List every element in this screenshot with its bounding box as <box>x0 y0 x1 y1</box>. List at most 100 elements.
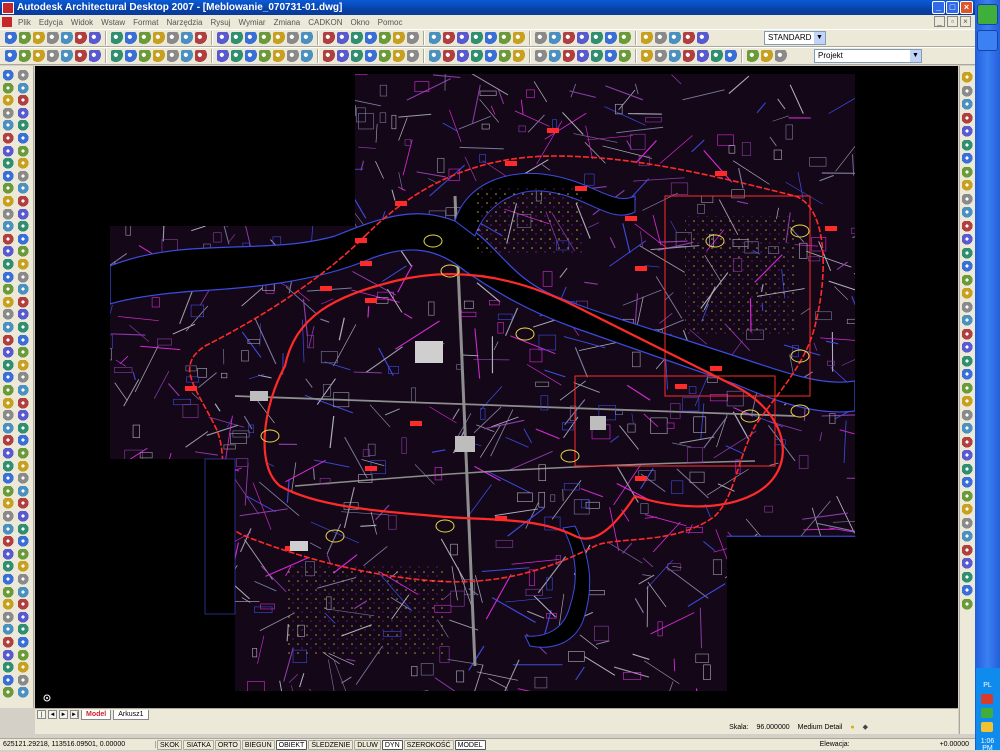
toolbar-tool-icon[interactable] <box>443 50 455 62</box>
layer-combo[interactable]: Projekt ▼ <box>814 49 922 63</box>
view-tool-icon[interactable] <box>962 342 973 353</box>
draw-tool-icon[interactable] <box>18 209 29 220</box>
draw-tool-icon[interactable] <box>18 398 29 409</box>
view-tool-icon[interactable] <box>962 72 973 83</box>
doc-restore-button[interactable]: ▫ <box>947 16 958 27</box>
draw-tool-icon[interactable] <box>3 83 14 94</box>
prev-tab-icon[interactable]: ◄ <box>48 710 57 719</box>
toolbar-tool-icon[interactable] <box>217 32 229 44</box>
toolbar-tool-icon[interactable] <box>33 50 45 62</box>
toolbar-tool-icon[interactable] <box>19 50 31 62</box>
toolbar-tool-icon[interactable] <box>89 32 101 44</box>
draw-tool-icon[interactable] <box>3 435 14 446</box>
draw-tool-icon[interactable] <box>18 221 29 232</box>
menu-rysuj[interactable]: Rysuj <box>207 18 235 27</box>
draw-tool-icon[interactable] <box>3 587 14 598</box>
draw-tool-icon[interactable] <box>3 448 14 459</box>
autocad-app-icon[interactable] <box>2 2 14 14</box>
draw-tool-icon[interactable] <box>18 284 29 295</box>
view-tool-icon[interactable] <box>962 302 973 313</box>
view-tool-icon[interactable] <box>962 261 973 272</box>
draw-tool-icon[interactable] <box>3 95 14 106</box>
toolbar-tool-icon[interactable] <box>513 32 525 44</box>
draw-tool-icon[interactable] <box>18 448 29 459</box>
polar-toggle[interactable]: BIEGUN <box>242 740 275 750</box>
menu-widok[interactable]: Widok <box>67 18 97 27</box>
toolbar-tool-icon[interactable] <box>485 32 497 44</box>
toolbar-tool-icon[interactable] <box>139 32 151 44</box>
draw-tool-icon[interactable] <box>3 284 14 295</box>
view-tool-icon[interactable] <box>962 558 973 569</box>
toolbar-tool-icon[interactable] <box>669 32 681 44</box>
chevron-down-icon[interactable]: ▼ <box>910 50 921 62</box>
draw-tool-icon[interactable] <box>3 234 14 245</box>
draw-tool-icon[interactable] <box>3 423 14 434</box>
draw-tool-icon[interactable] <box>18 675 29 686</box>
view-tool-icon[interactable] <box>962 491 973 502</box>
draw-tool-icon[interactable] <box>3 574 14 585</box>
draw-tool-icon[interactable] <box>3 196 14 207</box>
draw-tool-icon[interactable] <box>18 246 29 257</box>
draw-tool-icon[interactable] <box>3 662 14 673</box>
view-tool-icon[interactable] <box>962 518 973 529</box>
draw-tool-icon[interactable] <box>18 574 29 585</box>
draw-tool-icon[interactable] <box>3 549 14 560</box>
draw-tool-icon[interactable] <box>3 536 14 547</box>
draw-tool-icon[interactable] <box>18 612 29 623</box>
draw-tool-icon[interactable] <box>3 322 14 333</box>
view-tool-icon[interactable] <box>962 383 973 394</box>
draw-tool-icon[interactable] <box>18 133 29 144</box>
toolbar-tool-icon[interactable] <box>273 32 285 44</box>
toolbar-tool-icon[interactable] <box>725 50 737 62</box>
last-tab-icon[interactable]: ►| <box>70 710 79 719</box>
toolbar-tool-icon[interactable] <box>111 50 123 62</box>
draw-tool-icon[interactable] <box>18 120 29 131</box>
draw-tool-icon[interactable] <box>18 599 29 610</box>
toolbar-tool-icon[interactable] <box>351 32 363 44</box>
toolbar-tool-icon[interactable] <box>549 50 561 62</box>
toolbar-tool-icon[interactable] <box>125 32 137 44</box>
view-tool-icon[interactable] <box>962 126 973 137</box>
coordinates-readout[interactable]: 625121.29218, 113516.09501, 0.00000 <box>0 741 156 748</box>
toolbar-tool-icon[interactable] <box>485 50 497 62</box>
chevron-down-icon[interactable]: ▼ <box>814 32 825 44</box>
draw-tool-icon[interactable] <box>18 662 29 673</box>
toolbar-tool-icon[interactable] <box>443 32 455 44</box>
draw-tool-icon[interactable] <box>18 473 29 484</box>
toolbar-tool-icon[interactable] <box>577 32 589 44</box>
draw-tool-icon[interactable] <box>18 234 29 245</box>
draw-tool-icon[interactable] <box>3 687 14 698</box>
draw-tool-icon[interactable] <box>18 637 29 648</box>
toolbar-tool-icon[interactable] <box>563 32 575 44</box>
draw-tool-icon[interactable] <box>18 259 29 270</box>
tray-app-icon[interactable] <box>981 694 993 704</box>
draw-tool-icon[interactable] <box>3 108 14 119</box>
maximize-button[interactable]: □ <box>946 1 959 14</box>
view-tool-icon[interactable] <box>962 275 973 286</box>
language-indicator[interactable]: PL <box>975 682 1000 689</box>
draw-tool-icon[interactable] <box>3 70 14 81</box>
view-tool-icon[interactable] <box>962 450 973 461</box>
view-tool-icon[interactable] <box>962 599 973 610</box>
doc-minimize-button[interactable]: _ <box>934 16 945 27</box>
toolbar-tool-icon[interactable] <box>167 50 179 62</box>
menu-pomoc[interactable]: Pomoc <box>374 18 407 27</box>
toolbar-tool-icon[interactable] <box>619 50 631 62</box>
draw-tool-icon[interactable] <box>18 524 29 535</box>
view-tool-icon[interactable] <box>962 545 973 556</box>
toolbar-tool-icon[interactable] <box>301 32 313 44</box>
draw-tool-icon[interactable] <box>18 297 29 308</box>
toolbar-tool-icon[interactable] <box>393 50 405 62</box>
view-tool-icon[interactable] <box>962 369 973 380</box>
doc-close-button[interactable]: × <box>960 16 971 27</box>
draw-tool-icon[interactable] <box>3 309 14 320</box>
view-tool-icon[interactable] <box>962 99 973 110</box>
toolbar-tool-icon[interactable] <box>641 50 653 62</box>
draw-tool-icon[interactable] <box>3 473 14 484</box>
toolbar-tool-icon[interactable] <box>5 32 17 44</box>
toolbar-tool-icon[interactable] <box>591 32 603 44</box>
toolbar-tool-icon[interactable] <box>535 32 547 44</box>
draw-tool-icon[interactable] <box>18 687 29 698</box>
view-tool-icon[interactable] <box>962 356 973 367</box>
draw-tool-icon[interactable] <box>3 650 14 661</box>
